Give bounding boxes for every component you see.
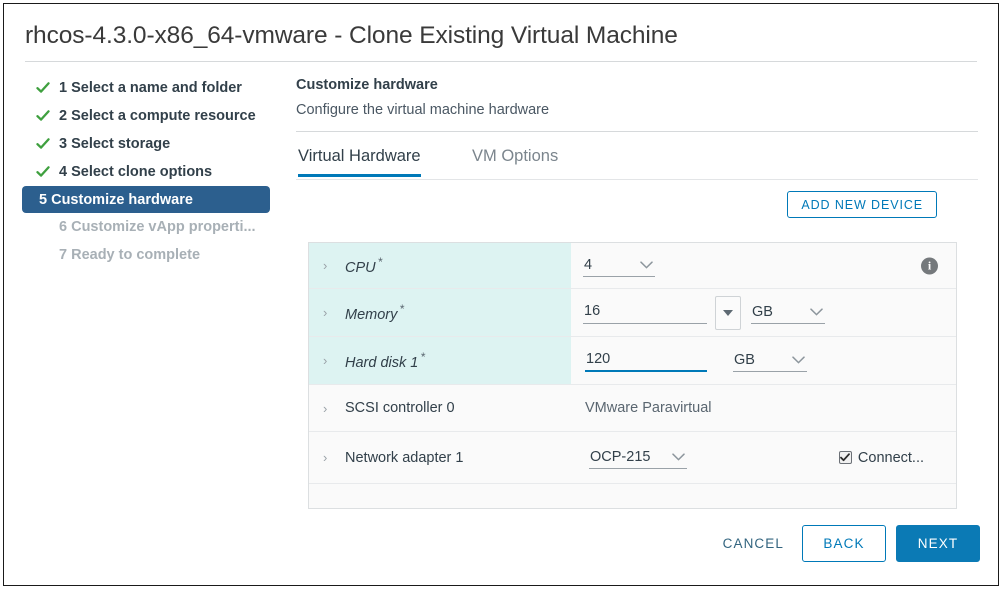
row-value-cell: VMware Paravirtual [571,385,956,431]
check-icon [36,137,50,151]
dialog-title-bar: rhcos-4.3.0-x86_64-vmware - Clone Existi… [4,4,998,62]
pane-divider [296,131,978,132]
row-value-cell: 4 i [571,243,956,288]
row-label-cell[interactable]: › Memory * [309,289,571,336]
content-pane: Customize hardware Configure the virtual… [296,74,978,224]
step-select-compute-resource[interactable]: 2 Select a compute resource [25,102,287,130]
step-label: 7 Ready to complete [59,247,201,263]
row-label: Network adapter 1 [345,449,464,466]
step-label: 1 Select a name and folder [59,80,242,96]
chevron-right-icon[interactable]: › [323,402,337,415]
hard-disk-size-input[interactable] [585,349,707,372]
network-adapter-select[interactable]: OCP-215 [589,446,687,469]
row-value-cell: OCP-215 Connect... [571,432,956,483]
check-icon [36,81,50,95]
row-label: Memory * [345,302,405,323]
caret-down-icon [723,309,733,316]
scsi-controller-type: VMware Paravirtual [585,400,712,416]
wizard-steps: 1 Select a name and folder 2 Select a co… [22,74,287,269]
memory-input[interactable] [583,301,707,324]
row-label: SCSI controller 0 [345,400,455,416]
step-ready-to-complete: 7 Ready to complete [25,241,287,269]
info-icon[interactable]: i [921,257,938,274]
cpu-select[interactable]: 4 [583,254,655,277]
table-row-memory: › Memory* GB [309,289,956,337]
tab-vm-options[interactable]: VM Options [472,147,558,174]
table-footer-spacer [309,484,956,508]
tab-label: Virtual Hardware [298,147,421,165]
memory-spinner-button[interactable] [715,295,741,330]
row-label-cell[interactable]: › SCSI controller 0 [309,385,571,431]
add-new-device-button[interactable]: ADD NEW DEVICE [787,191,937,218]
required-marker: * [399,302,405,317]
check-icon [36,109,50,123]
network-adapter-value: OCP-215 [590,449,651,465]
row-label: CPU * [345,255,383,276]
next-button[interactable]: NEXT [896,525,980,562]
step-select-storage[interactable]: 3 Select storage [25,130,287,158]
step-customize-vapp-properties: 6 Customize vApp properti... [25,213,287,241]
required-marker: * [420,350,426,365]
table-row-cpu: › CPU * 4 i [309,243,956,289]
clone-vm-wizard-dialog: rhcos-4.3.0-x86_64-vmware - Clone Existi… [3,3,999,586]
table-row-network-adapter-1: › Network adapter 1 OCP-215 Connect... [309,432,956,484]
check-icon [36,165,50,179]
chevron-down-icon [672,449,685,465]
tab-virtual-hardware[interactable]: Virtual Hardware [298,147,421,177]
page-title: Customize hardware [296,77,438,93]
tab-label: VM Options [472,147,559,165]
step-customize-hardware[interactable]: 5 Customize hardware [22,186,270,213]
hard-disk-unit-select[interactable]: GB [733,349,807,372]
required-marker: * [377,255,383,270]
cpu-value: 4 [584,257,593,273]
row-label-cell[interactable]: › CPU * [309,243,571,288]
step-label: 2 Select a compute resource [59,108,256,124]
back-button[interactable]: BACK [802,525,886,562]
memory-unit-select[interactable]: GB [751,301,825,324]
step-label: 5 Customize hardware [39,191,193,208]
connect-checkbox-group: Connect... [838,449,924,466]
virtual-hardware-table: › CPU * 4 i › Memory * 16 GB › Hard disk… [308,242,957,509]
chevron-down-icon [810,304,823,320]
chevron-right-icon[interactable]: › [323,259,337,272]
title-divider [25,61,977,62]
cancel-button[interactable]: CANCEL [717,525,790,562]
row-label: Hard disk 1 * [345,350,426,371]
chevron-down-icon [640,257,653,273]
row-label-cell[interactable]: › Hard disk 1 * [309,337,571,384]
step-label: 6 Customize vApp properti... [59,219,256,235]
row-value-cell: GB [571,289,956,336]
memory-unit-value: GB [752,304,773,320]
toolbar: ADD NEW DEVICE [296,180,978,224]
connect-checkbox-label: Connect... [857,449,924,466]
step-select-clone-options[interactable]: 4 Select clone options [25,158,287,186]
table-row-scsi-controller-0: › SCSI controller 0 VMware Paravirtual [309,385,956,432]
connect-checkbox[interactable] [838,451,852,464]
table-row-hard-disk-1: › Hard disk 1* GB [309,337,956,385]
tab-bar: Virtual Hardware VM Options [296,147,978,180]
page-subtitle: Configure the virtual machine hardware [296,102,550,118]
step-label: 3 Select storage [59,136,171,152]
step-select-name-and-folder[interactable]: 1 Select a name and folder [25,74,287,102]
step-label: 4 Select clone options [59,164,213,180]
chevron-down-icon [792,352,805,368]
chevron-right-icon[interactable]: › [323,306,337,319]
chevron-right-icon[interactable]: › [323,451,337,464]
dialog-title: rhcos-4.3.0-x86_64-vmware - Clone Existi… [25,22,678,49]
chevron-right-icon[interactable]: › [323,354,337,367]
row-label-cell[interactable]: › Network adapter 1 [309,432,571,483]
row-value-cell: GB [571,337,956,384]
hard-disk-unit-value: GB [734,352,755,368]
dialog-footer: CANCEL BACK NEXT [4,513,998,585]
